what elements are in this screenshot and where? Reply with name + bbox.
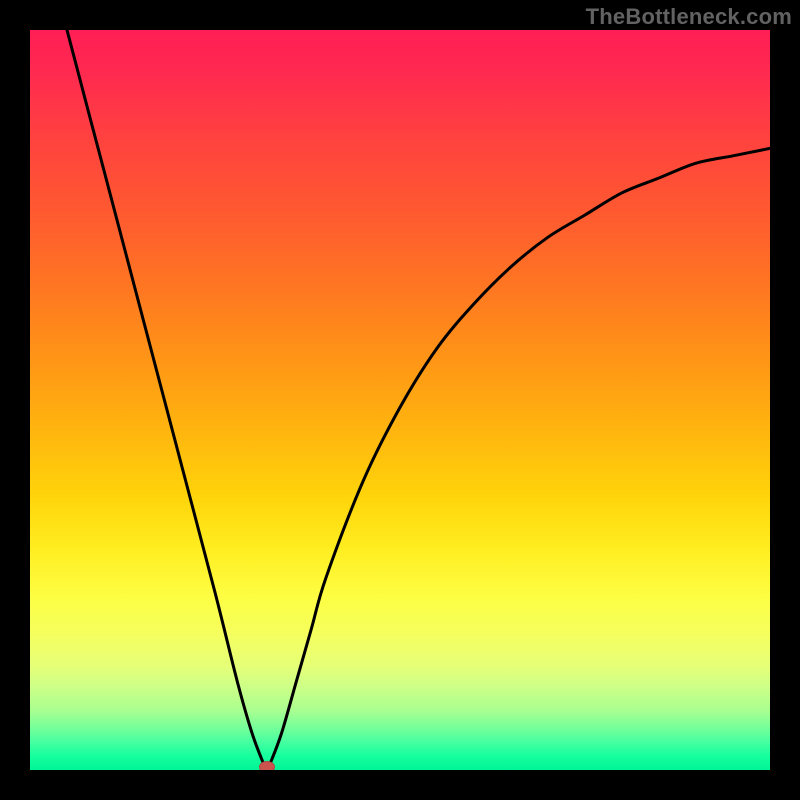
watermark-text: TheBottleneck.com [586,4,792,30]
curve-svg [30,30,770,770]
plot-area [30,30,770,770]
bottleneck-curve-path [30,30,770,770]
chart-frame: TheBottleneck.com [0,0,800,800]
minimum-marker [259,761,275,770]
